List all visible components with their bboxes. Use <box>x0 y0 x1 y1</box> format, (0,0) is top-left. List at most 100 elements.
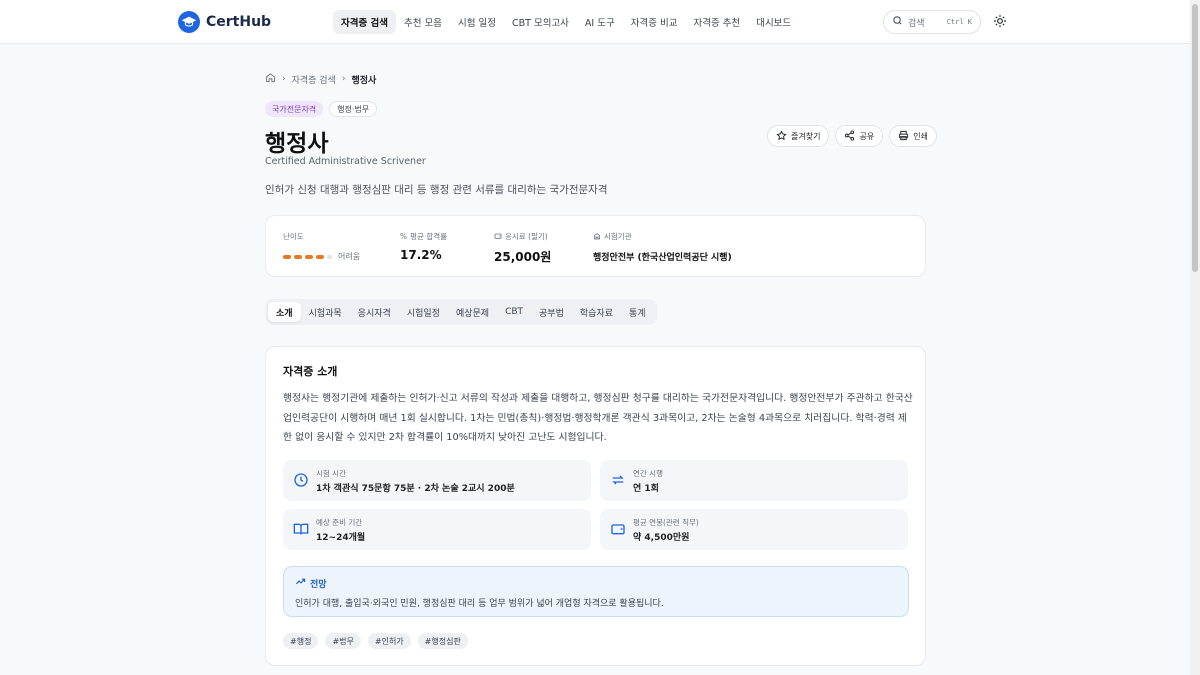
nav-item-recommend-collection[interactable]: 추천 모음 <box>396 10 450 34</box>
difficulty-dot <box>305 254 313 259</box>
agency-value: 행정안전부 (한국산업인력공단 시행) <box>593 253 732 263</box>
tab-subjects[interactable]: 시험과목 <box>301 302 350 322</box>
annual-frequency-value: 연 1회 <box>633 484 659 494</box>
trending-up-icon <box>295 576 306 590</box>
difficulty-dot <box>294 254 302 259</box>
intro-title: 자격증 소개 <box>283 365 338 378</box>
share-label: 공유 <box>859 131 875 141</box>
page-description: 인허가 신청 대행과 행정심판 대리 등 행정 관련 서류를 대리하는 국가전문… <box>265 184 608 196</box>
tag-chip[interactable]: #행정심판 <box>417 633 468 649</box>
exam-time-value: 1차 객관식 75문항 75분 · 2차 논술 2교시 200분 <box>316 484 515 494</box>
info-exam-time: 시험 시간 1차 객관식 75문항 75분 · 2차 논술 2교시 200분 <box>283 460 591 501</box>
pass-rate-value: 17.2% <box>400 248 442 262</box>
nav-item-exam-schedule[interactable]: 시험 일정 <box>450 10 504 34</box>
avg-salary-label: 평균 연봉(관련 직무) <box>633 518 699 527</box>
percent-icon: % <box>400 232 408 241</box>
tag-list: #행정 #법무 #인허가 #행정심판 <box>283 633 468 649</box>
chevron-right-icon: › <box>282 74 286 84</box>
stat-pass-rate: % 평균 합격률 17.2% <box>400 231 447 262</box>
difficulty-label: 난이도 <box>283 232 304 241</box>
theme-toggle-button[interactable] <box>991 13 1009 31</box>
difficulty-dot <box>327 254 332 259</box>
graduation-cap-icon <box>178 11 200 33</box>
wallet-icon <box>610 521 626 537</box>
home-icon[interactable] <box>265 72 276 86</box>
building-icon <box>593 232 601 242</box>
info-avg-salary: 평균 연봉(관련 직무) 약 4,500만원 <box>600 509 908 550</box>
cert-badges: 국가전문자격 행정·법무 <box>265 101 378 117</box>
pass-rate-label: 평균 합격률 <box>410 232 448 241</box>
wallet-icon <box>494 232 502 242</box>
page-scrollbar[interactable] <box>1190 0 1200 675</box>
tab-cbt[interactable]: CBT <box>497 302 531 322</box>
breadcrumb-current: 행정사 <box>351 75 377 86</box>
info-annual-frequency: 연간 시행 연 1회 <box>600 460 908 501</box>
scrollbar-thumb[interactable] <box>1192 4 1198 272</box>
repeat-icon <box>610 472 626 488</box>
info-prep-period: 예상 준비 기간 12~24개월 <box>283 509 591 550</box>
difficulty-level: 어려움 <box>338 252 361 261</box>
action-buttons: 즐겨찾기 공유 인쇄 <box>767 125 937 147</box>
detail-tabs: 소개 시험과목 응시자격 시험일정 예상문제 CBT 공부법 학습자료 통계 <box>265 299 657 325</box>
tab-schedule[interactable]: 시험일정 <box>399 302 448 322</box>
difficulty-dot <box>283 254 291 259</box>
fee-value: 25,000원 <box>494 250 552 264</box>
share-button[interactable]: 공유 <box>835 125 884 147</box>
difficulty-dot <box>316 254 324 259</box>
book-icon <box>293 521 309 537</box>
search-placeholder: 검색 <box>908 18 925 29</box>
outlook-box: 전망 인허가 대행, 출입국·외국인 민원, 행정심판 대리 등 업무 범위가 … <box>283 566 909 617</box>
tab-eligibility[interactable]: 응시자격 <box>350 302 399 322</box>
prep-period-label: 예상 준비 기간 <box>316 518 363 527</box>
clock-icon <box>293 472 309 488</box>
tab-intro[interactable]: 소개 <box>268 302 301 322</box>
logo-text: CertHub <box>206 14 272 30</box>
exam-time-label: 시험 시간 <box>316 469 346 478</box>
breadcrumb-parent[interactable]: 자격증 검색 <box>292 73 336 86</box>
nav-item-ai-tools[interactable]: AI 도구 <box>577 10 623 34</box>
chevron-right-icon: › <box>341 74 346 84</box>
search-box[interactable]: 검색 Ctrl K <box>883 10 981 34</box>
tab-materials[interactable]: 학습자료 <box>572 302 621 322</box>
intro-card: 자격증 소개 행정사는 행정기관에 제출하는 인허가·신고 서류의 작성과 제출… <box>265 346 926 666</box>
stat-difficulty: 난이도 어려움 <box>283 231 360 262</box>
stat-fee: 응시료 (필기) 25,000원 <box>494 231 551 265</box>
category-badge: 국가전문자격 <box>265 101 324 117</box>
nav-item-cert-recommend[interactable]: 자격증 추천 <box>685 10 748 34</box>
main-nav: 자격증 검색 추천 모음 시험 일정 CBT 모의고사 AI 도구 자격증 비교… <box>333 10 799 34</box>
page-subtitle: Certified Administrative Scrivener <box>265 156 426 167</box>
breadcrumb: › 자격증 검색 › 행정사 <box>265 72 376 86</box>
page-title: 행정사 <box>265 131 329 157</box>
tab-study-method[interactable]: 공부법 <box>531 302 572 322</box>
stats-card: 난이도 어려움 % 평균 합격률 17.2% 응시료 (필기) 25,000원 <box>265 215 926 277</box>
nav-item-cert-compare[interactable]: 자격증 비교 <box>623 10 686 34</box>
stat-agency: 시험기관 행정안전부 (한국산업인력공단 시행) <box>593 231 732 263</box>
search-icon <box>892 15 903 29</box>
outlook-title: 전망 <box>310 579 327 590</box>
fee-label: 응시료 (필기) <box>505 232 548 241</box>
printer-icon <box>898 130 909 143</box>
search-shortcut: Ctrl K <box>946 18 972 26</box>
tag-chip[interactable]: #인허가 <box>367 633 411 649</box>
print-button[interactable]: 인쇄 <box>889 125 937 147</box>
field-badge: 행정·법무 <box>329 101 378 117</box>
top-header: CertHub 자격증 검색 추천 모음 시험 일정 CBT 모의고사 AI 도… <box>0 0 1190 44</box>
share-icon <box>844 129 855 143</box>
avg-salary-value: 약 4,500만원 <box>633 533 690 543</box>
sun-icon <box>993 13 1007 32</box>
tab-questions[interactable]: 예상문제 <box>448 302 497 322</box>
difficulty-meter: 어려움 <box>283 251 360 262</box>
tag-chip[interactable]: #법무 <box>325 633 361 649</box>
logo[interactable]: CertHub <box>178 11 271 33</box>
favorite-button[interactable]: 즐겨찾기 <box>767 125 830 147</box>
tag-chip[interactable]: #행정 <box>283 633 319 649</box>
intro-body: 행정사는 행정기관에 제출하는 인허가·신고 서류의 작성과 제출을 대행하고,… <box>283 393 913 443</box>
nav-item-dashboard[interactable]: 대시보드 <box>748 10 799 34</box>
agency-label: 시험기관 <box>604 232 632 241</box>
star-icon <box>776 129 787 143</box>
nav-item-cbt-mock[interactable]: CBT 모의고사 <box>504 10 577 34</box>
annual-frequency-label: 연간 시행 <box>633 469 663 478</box>
tab-statistics[interactable]: 통계 <box>621 302 654 322</box>
nav-item-cert-search[interactable]: 자격증 검색 <box>333 10 397 34</box>
print-label: 인쇄 <box>913 131 928 141</box>
